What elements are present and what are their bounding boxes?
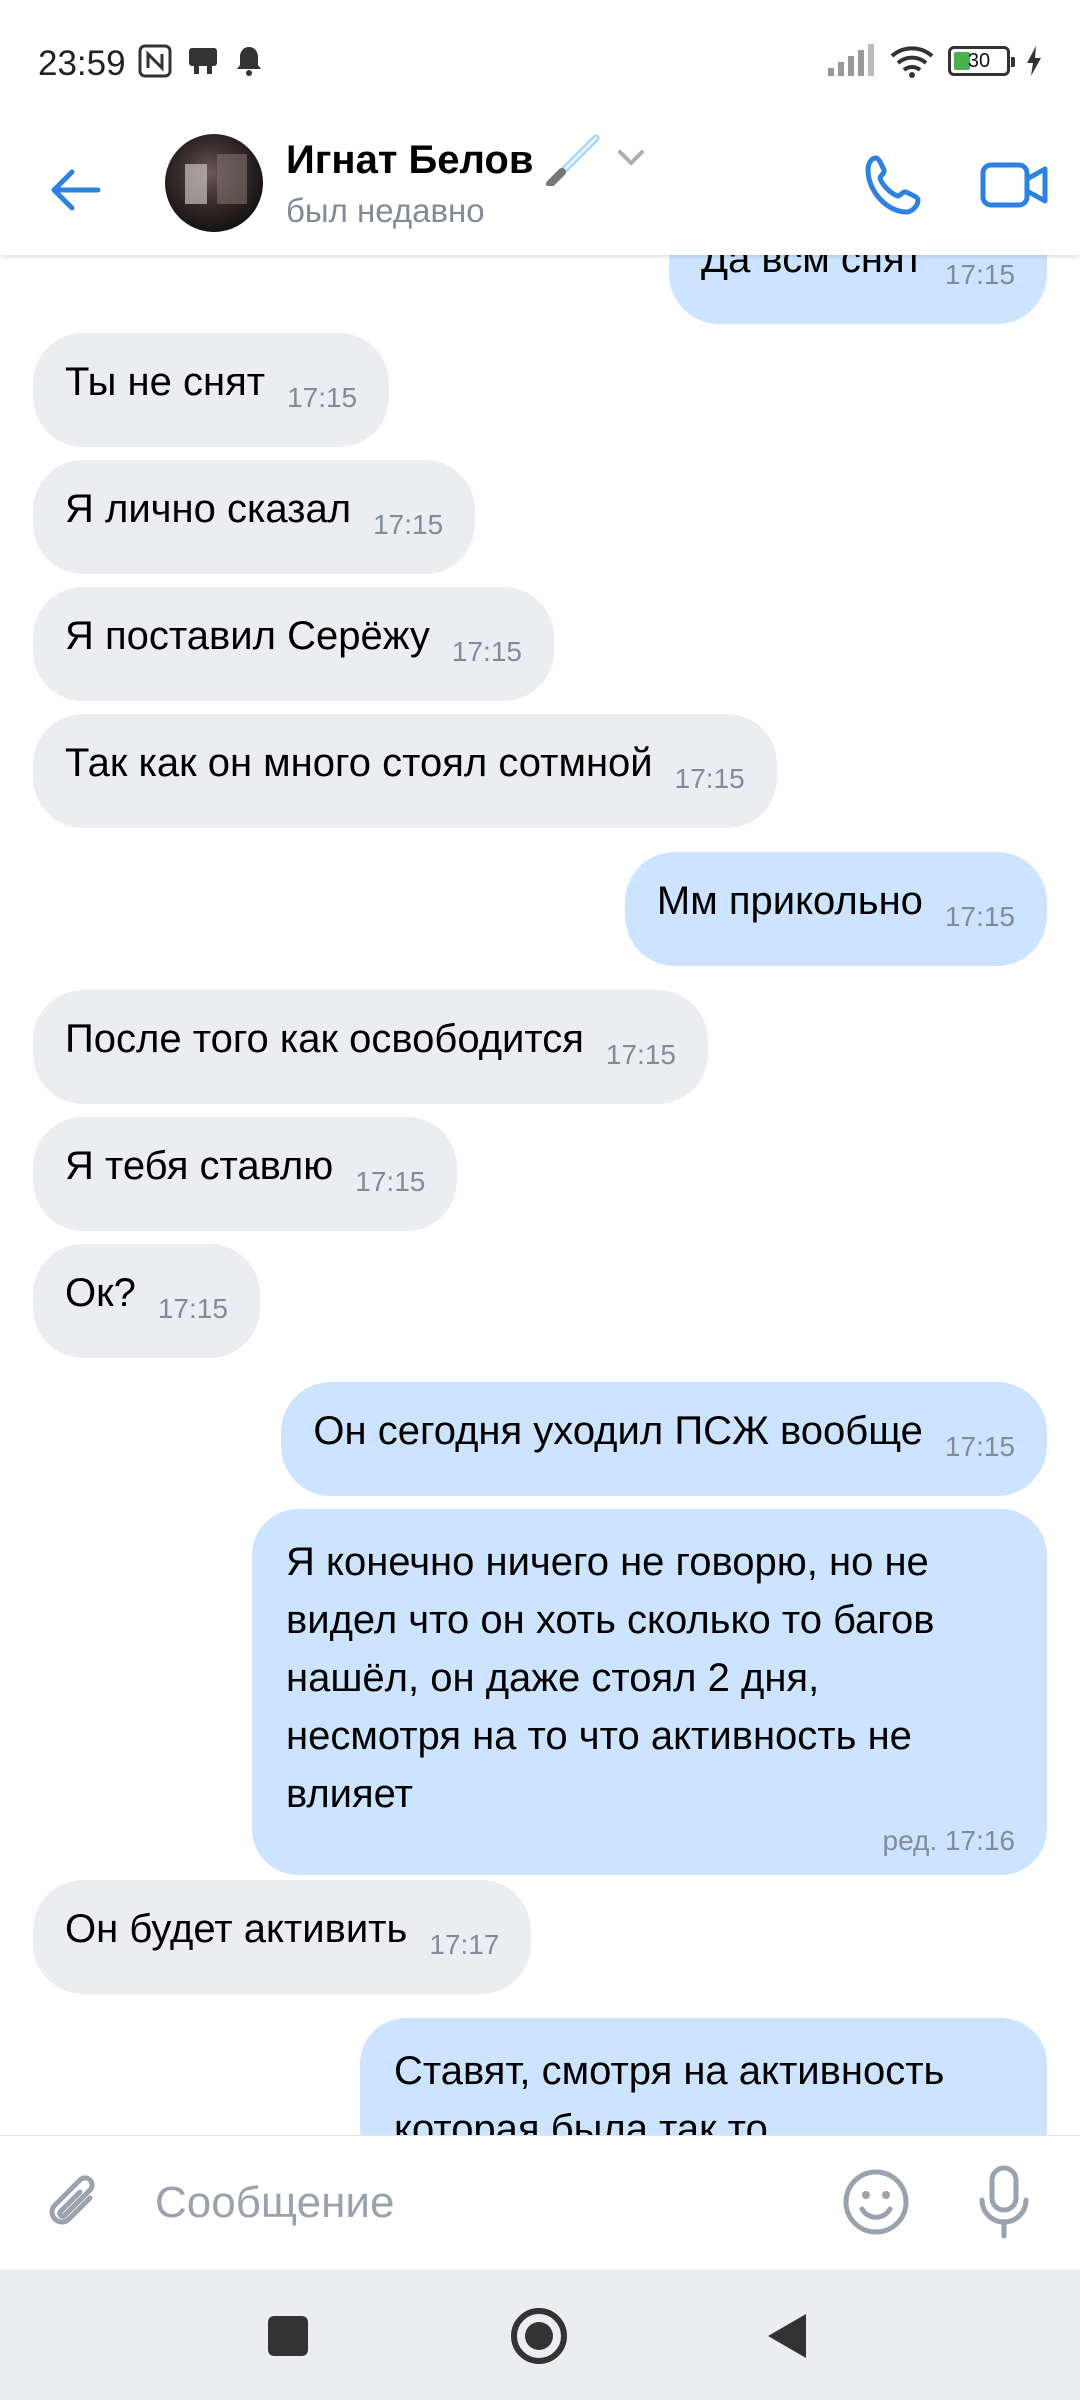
message-incoming[interactable]: Он будет активить 17:17 xyxy=(33,1880,532,1994)
video-call-button[interactable] xyxy=(975,145,1055,225)
message-line: нашёл, он даже стоял 2 дня, xyxy=(286,1656,820,1700)
message-time: 17:15 xyxy=(944,901,1015,932)
message-line: несмотря на то что активность не xyxy=(286,1714,912,1758)
message-outgoing-partial[interactable]: Ставят, смотря на активность которая был… xyxy=(360,2018,1047,2135)
message-time: 17:15 xyxy=(451,636,522,667)
back-button[interactable] xyxy=(40,155,110,225)
bell-icon xyxy=(237,47,261,76)
microphone-icon[interactable] xyxy=(968,2164,1040,2240)
nfc-icon xyxy=(138,44,172,78)
message-composer xyxy=(0,2135,1080,2270)
recents-button[interactable] xyxy=(268,2316,308,2356)
message-text: Так как он много стоял сотмной xyxy=(65,741,653,785)
message-input[interactable] xyxy=(155,2164,795,2242)
status-right-icons: 30 xyxy=(826,44,1044,78)
message-line: Ставят, смотря на активность xyxy=(394,2049,945,2093)
message-text: Я поставил Серёжу xyxy=(65,614,430,658)
message-time: 17:15 xyxy=(287,382,358,413)
video-camera-icon xyxy=(980,162,1048,208)
message-text: После того как освободится xyxy=(65,1017,584,1061)
message-text: Он сегодня уходил ПСЖ вообще xyxy=(313,1409,923,1453)
battery-level: 30 xyxy=(967,50,991,72)
home-button[interactable] xyxy=(511,2308,567,2364)
battery-icon: 30 xyxy=(948,46,1015,76)
message-time: 17:15 xyxy=(944,259,1015,290)
chat-screen: 23:59 30 Игнат Белов был недавно Да всм … xyxy=(0,0,1080,2400)
notification-app-icon xyxy=(189,48,217,74)
phone-icon xyxy=(865,155,921,215)
smile-icon[interactable] xyxy=(840,2166,912,2238)
chevron-down-icon[interactable] xyxy=(616,148,646,168)
paperclip-icon[interactable] xyxy=(40,2168,110,2238)
back-nav-button[interactable] xyxy=(768,2314,806,2358)
message-incoming[interactable]: После того как освободится 17:15 xyxy=(33,990,708,1104)
message-time: 17:15 xyxy=(944,1431,1015,1462)
lightsaber-emoji-icon xyxy=(546,134,600,186)
contact-name[interactable]: Игнат Белов xyxy=(286,138,533,183)
message-incoming[interactable]: Я тебя ставлю 17:15 xyxy=(33,1117,458,1231)
message-time: 17:17 xyxy=(429,1929,500,1960)
message-line: которая была так то xyxy=(394,2107,768,2135)
message-text: Он будет активить xyxy=(65,1907,408,1951)
wifi-icon xyxy=(890,46,934,78)
message-outgoing[interactable]: Мм прикольно 17:15 xyxy=(624,852,1047,966)
system-nav-bar xyxy=(0,2270,1080,2400)
message-text: Да всм снят xyxy=(700,255,923,281)
message-time: 17:15 xyxy=(605,1039,676,1070)
chat-header: Игнат Белов был недавно xyxy=(0,130,1080,255)
message-incoming[interactable]: Так как он много стоял сотмной 17:15 xyxy=(33,714,777,828)
message-incoming[interactable]: Ты не снят 17:15 xyxy=(33,333,390,447)
status-bar: 23:59 30 xyxy=(0,0,1080,130)
charging-icon xyxy=(1027,46,1041,76)
message-incoming[interactable]: Я лично сказал 17:15 xyxy=(33,460,476,574)
message-outgoing-long[interactable]: Я конечно ничего не говорю, но не видел … xyxy=(252,1509,1047,1875)
message-incoming[interactable]: Ок? 17:15 xyxy=(33,1244,260,1358)
message-time: 17:15 xyxy=(674,763,745,794)
message-line: влияет xyxy=(286,1772,413,1816)
message-text: Я лично сказал xyxy=(65,487,352,531)
message-incoming[interactable]: Я поставил Серёжу 17:15 xyxy=(33,587,554,701)
message-outgoing[interactable]: Да всм снят 17:15 xyxy=(668,255,1047,324)
status-time: 23:59 xyxy=(38,44,126,83)
message-time: 17:15 xyxy=(355,1166,426,1197)
signal-icon xyxy=(828,44,874,76)
message-time: 17:15 xyxy=(157,1293,228,1324)
message-text: Ты не снят xyxy=(65,360,266,404)
status-left-icons xyxy=(138,44,264,78)
message-list[interactable]: Да всм снят 17:15 Ты не снят 17:15 Я лично… xyxy=(0,255,1080,2135)
avatar[interactable] xyxy=(165,134,263,232)
message-text: Ок? xyxy=(65,1271,136,1315)
message-line: Я конечно ничего не говорю, но не xyxy=(286,1540,929,1584)
message-time: 17:15 xyxy=(373,509,444,540)
call-button[interactable] xyxy=(855,145,935,225)
arrow-left-icon xyxy=(51,169,101,211)
message-text: Мм прикольно xyxy=(656,879,923,923)
contact-status: был недавно xyxy=(286,192,485,229)
message-edited-time: ред. 17:16 xyxy=(882,1825,1016,1856)
message-text: Я тебя ставлю xyxy=(65,1144,334,1188)
message-outgoing[interactable]: Он сегодня уходил ПСЖ вообще 17:15 xyxy=(281,1382,1047,1496)
message-line: видел что он хоть сколько то багов xyxy=(286,1598,935,1642)
